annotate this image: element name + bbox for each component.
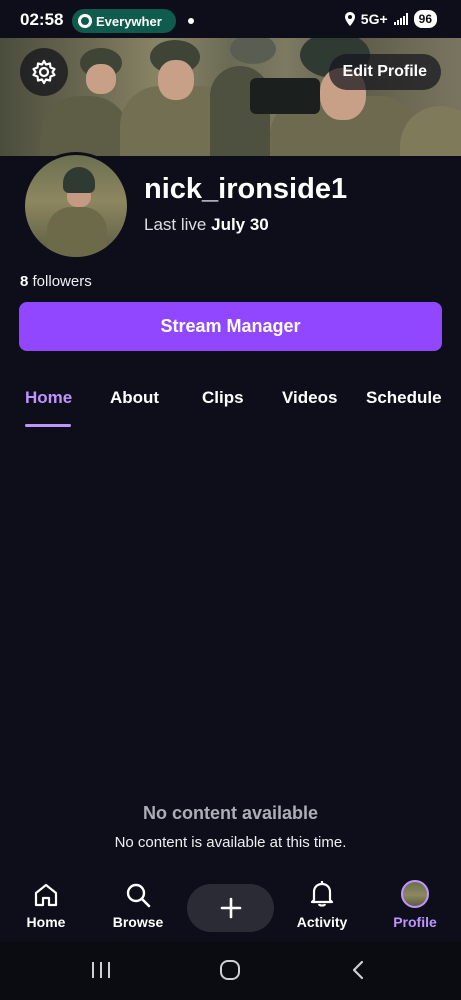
signal-icon: [393, 13, 408, 25]
hotspot-pill-label: Everywher: [96, 13, 162, 29]
gear-icon: [32, 59, 56, 85]
home-icon: [34, 883, 58, 907]
last-live-text: Last live July 30: [144, 215, 269, 235]
tab-clips[interactable]: Clips: [202, 388, 244, 408]
status-time: 02:58: [20, 10, 64, 29]
back-icon[interactable]: [350, 960, 366, 980]
nav-browse[interactable]: Browse: [93, 878, 183, 930]
nav-home[interactable]: Home: [1, 878, 91, 930]
stream-manager-button[interactable]: Stream Manager: [19, 302, 442, 351]
system-navigation-bar: [0, 942, 461, 1000]
recent-apps-icon[interactable]: [90, 960, 112, 980]
nav-activity-label: Activity: [296, 914, 348, 930]
settings-button[interactable]: [20, 48, 68, 96]
network-type: 5G+: [360, 11, 388, 27]
tab-home[interactable]: Home: [25, 388, 72, 408]
search-icon: [126, 883, 151, 908]
nav-profile-label: Profile: [393, 914, 437, 930]
status-bar: 02:58 Everywher 5G+ 96: [0, 0, 461, 38]
status-indicators: 5G+ 96: [344, 10, 437, 28]
empty-state-subtitle: No content is available at this time.: [114, 834, 347, 851]
profile-avatar-icon: [401, 880, 429, 908]
profile-avatar[interactable]: [22, 152, 130, 260]
followers-label: followers: [32, 273, 92, 290]
nav-browse-label: Browse: [112, 914, 164, 930]
active-tab-indicator: [25, 424, 71, 427]
bell-icon: [310, 881, 334, 907]
tab-videos[interactable]: Videos: [282, 388, 337, 408]
followers-number: 8: [20, 273, 29, 290]
empty-state-title: No content available: [142, 803, 319, 823]
hotspot-icon: [78, 14, 92, 28]
location-icon: [344, 12, 355, 26]
battery-indicator: 96: [413, 10, 437, 28]
last-live-prefix: Last live: [144, 215, 207, 234]
bottom-navigation: Home Browse Activity Profile: [0, 878, 461, 942]
edit-profile-button[interactable]: Edit Profile: [328, 54, 441, 90]
nav-profile[interactable]: Profile: [370, 878, 460, 930]
create-button[interactable]: [187, 884, 274, 932]
followers-count[interactable]: 8 followers: [20, 273, 92, 290]
tab-about[interactable]: About: [110, 388, 159, 408]
notification-dot-icon: [188, 18, 194, 24]
nav-home-label: Home: [26, 914, 66, 930]
profile-tabs: Home About Clips Videos Schedule: [0, 388, 461, 428]
home-button-icon[interactable]: [219, 960, 241, 980]
username: nick_ironside1: [144, 173, 348, 205]
plus-icon: [220, 897, 241, 919]
tab-schedule[interactable]: Schedule: [366, 388, 442, 408]
nav-activity[interactable]: Activity: [277, 878, 367, 930]
last-live-date: July 30: [211, 215, 269, 234]
hotspot-pill[interactable]: Everywher: [72, 9, 176, 33]
